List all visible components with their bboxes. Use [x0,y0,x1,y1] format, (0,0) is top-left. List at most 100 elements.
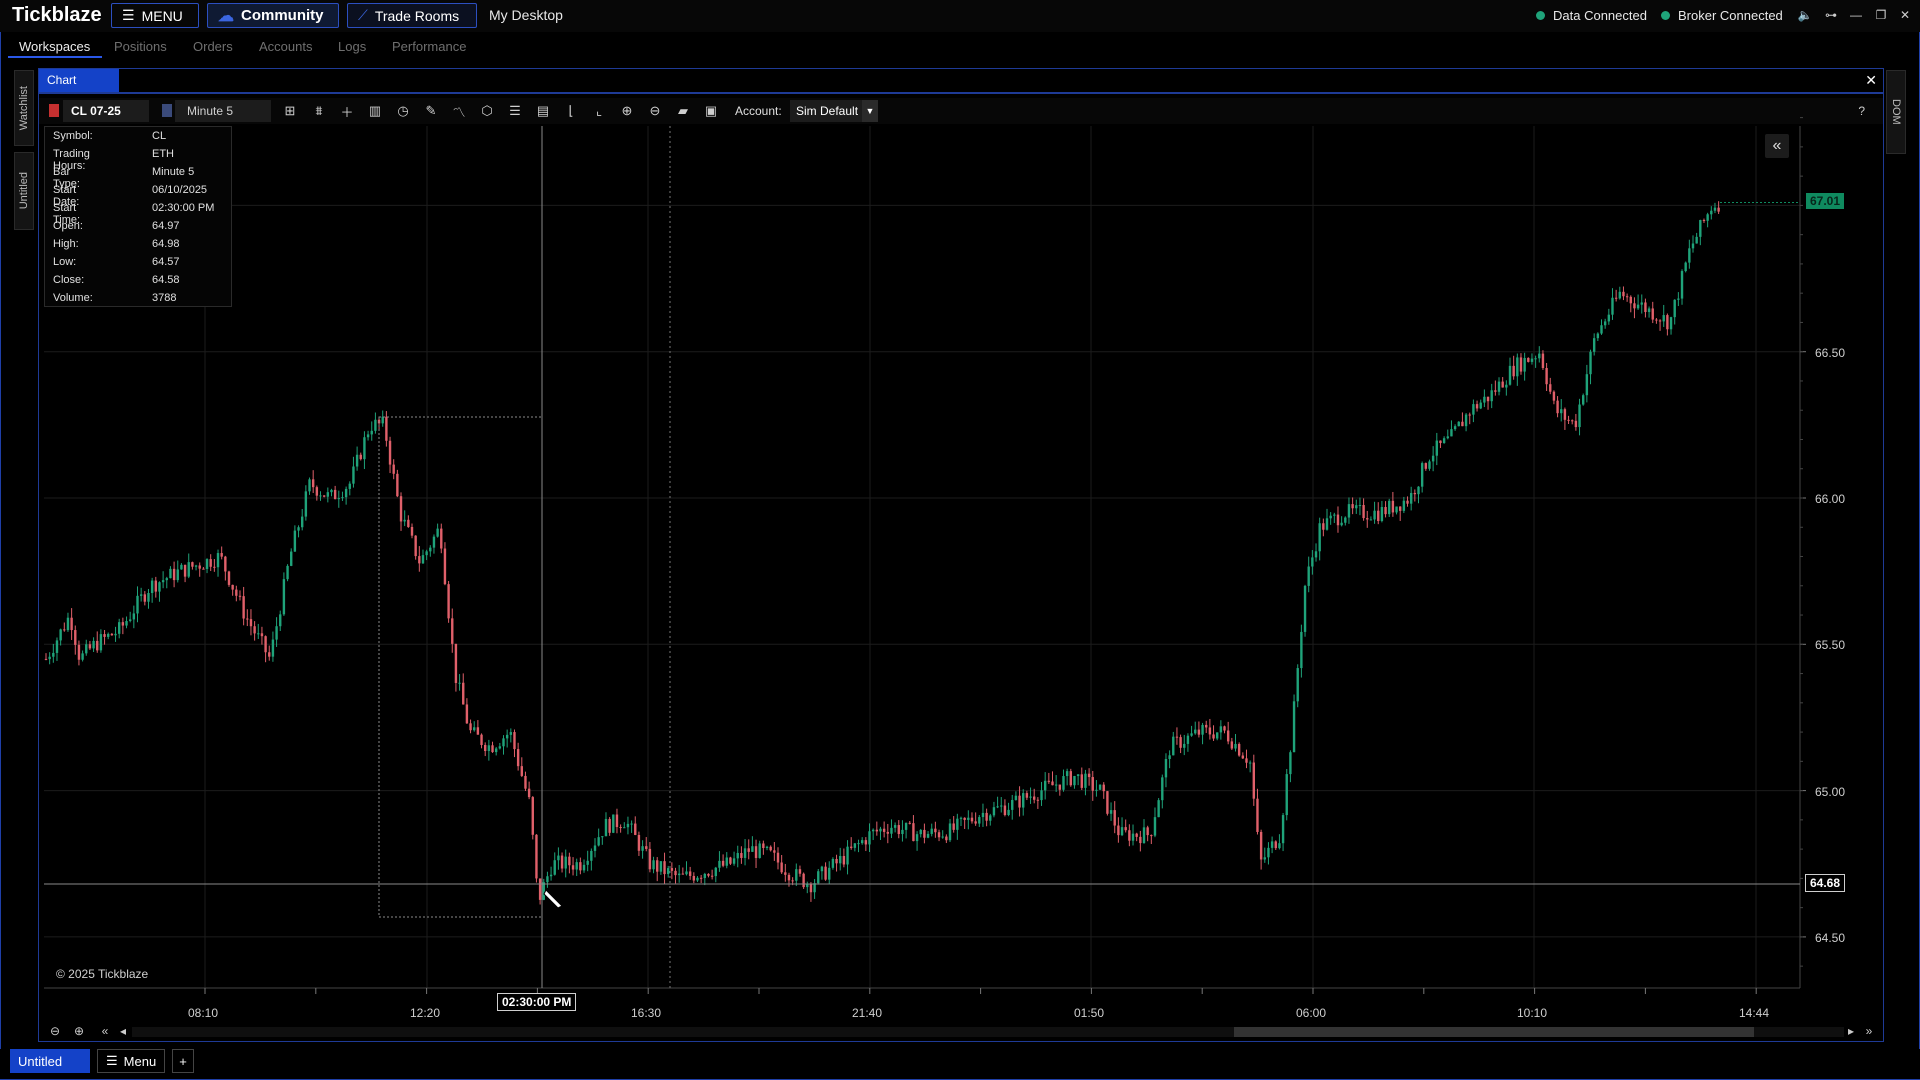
candle-body [209,559,212,567]
candle-body [1409,492,1413,504]
candle-body [1344,517,1347,523]
candle-body [1128,830,1131,841]
candle-body [619,827,622,829]
candle-body [66,617,70,631]
candle-body [443,548,447,585]
candle-body [681,873,685,875]
zoom-out-icon[interactable]: ⊖ [46,1023,64,1039]
bottom-menu-button[interactable]: ☰ Menu [97,1049,165,1073]
candle-body [795,869,798,881]
candle-body [44,658,48,660]
candle-body [1135,833,1138,837]
zoom-in-icon[interactable]: ⊕ [70,1023,88,1039]
double-chevron-left-icon[interactable]: « [1765,134,1789,158]
candle-body [656,860,659,872]
data-key: Open: [53,220,83,232]
candle-body [542,882,545,900]
candle-body [465,704,469,724]
hamburger-icon: ☰ [106,1053,118,1068]
candle-body [1625,296,1629,298]
data-value: 06/10/2025 [152,184,208,196]
candle-body [762,843,765,849]
candle-body [608,818,611,833]
candle-body [1252,762,1255,799]
candle-body [158,582,161,592]
candle-body [429,547,432,552]
candle-body [107,633,110,637]
candle-body [487,745,491,751]
candle-body [948,823,952,841]
scroll-end-icon[interactable]: » [1860,1023,1878,1039]
candle-body [1380,507,1384,522]
scroll-right-icon[interactable]: ▸ [1842,1023,1860,1039]
candle-body [806,884,809,888]
candle-body [421,555,425,564]
candle-body [1347,504,1351,518]
candle-body [871,829,875,832]
candle-body [549,874,553,877]
candle-body [183,564,187,577]
candle-body [707,873,710,876]
candle-body [824,866,827,880]
candle-body [1003,805,1007,816]
data-value: CL [152,130,167,142]
candle-body [1453,426,1457,430]
candle-body [1483,396,1486,403]
candle-body [564,856,567,869]
candle-body [322,495,326,497]
candle-body [1519,357,1523,372]
candle-body [1208,727,1212,735]
candle-body [1216,732,1219,739]
candle-body [593,845,597,851]
time-tick: 08:10 [188,1006,219,1020]
candle-body [1508,365,1512,385]
candle-body [330,489,333,493]
candle-body [242,596,245,619]
candle-body [1706,214,1709,221]
candle-body [513,732,516,750]
candle-body [1362,505,1365,519]
candle-body [1022,793,1025,808]
candle-body [1607,314,1611,322]
candle-body [886,831,889,834]
candle-body [333,489,337,500]
candle-body [1695,236,1698,244]
workspace-tab-untitled[interactable]: Untitled [10,1049,90,1073]
candle-body [249,619,253,627]
candle-body [1175,736,1179,738]
candle-body [601,836,604,838]
add-workspace-button[interactable]: + [172,1049,194,1073]
candle-body [1475,404,1479,409]
candle-body [1710,210,1713,215]
candle-body [1523,357,1526,372]
candle-body [1505,384,1508,388]
time-tick: 21:40 [852,1006,883,1020]
candle-body [1582,395,1585,405]
candle-body [52,652,55,657]
candle-body [1084,773,1087,788]
candle-body [1596,333,1600,339]
candle-body [1076,774,1080,777]
candle-body [634,823,637,835]
candle-body [1237,743,1241,756]
candle-body [740,853,743,858]
price-chart[interactable] [0,0,1920,1080]
candle-body [1043,780,1047,791]
bottom-menu-label: Menu [123,1053,157,1069]
candle-body [216,553,220,568]
candle-body [440,528,443,549]
candle-body [480,734,483,745]
candle-body [407,519,410,527]
scrollbar-thumb[interactable] [1234,1027,1754,1037]
candle-body [352,466,355,484]
price-tick: 65.50 [1815,638,1846,652]
candle-body [784,872,787,875]
candle-body [1139,836,1142,844]
scroll-start-icon[interactable]: « [96,1023,114,1039]
candle-body [820,866,824,872]
candle-body [341,497,344,499]
candle-body [150,580,154,594]
scroll-left-icon[interactable]: ◂ [114,1023,132,1039]
candle-body [586,860,589,865]
candle-body [890,827,893,834]
